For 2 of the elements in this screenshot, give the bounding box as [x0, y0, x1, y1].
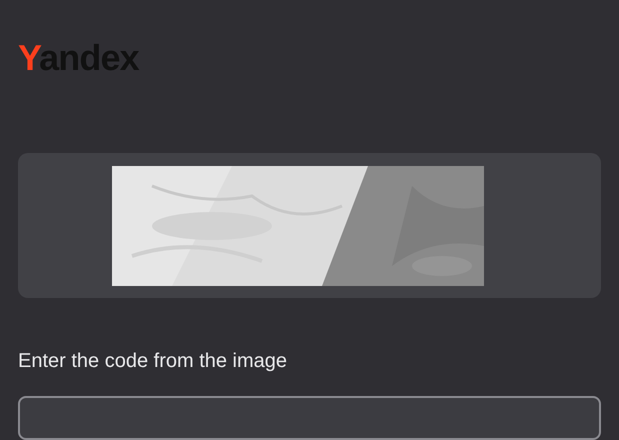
- answer-field[interactable]: [18, 396, 601, 440]
- field-label: Enter the code from the image: [18, 349, 288, 374]
